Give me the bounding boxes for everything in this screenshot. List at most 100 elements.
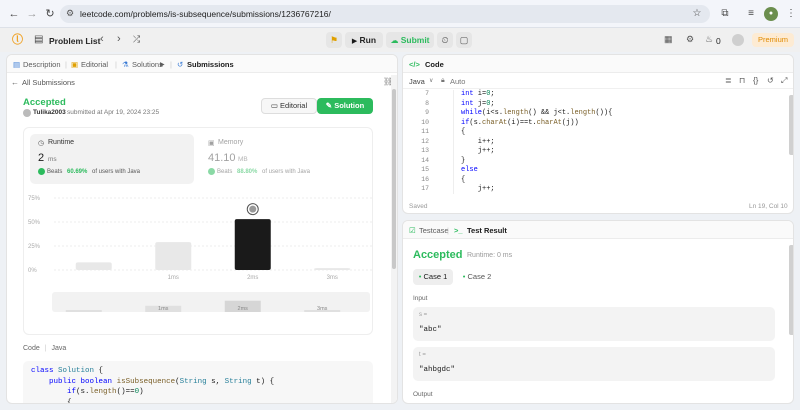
bar-1ms[interactable]	[155, 242, 192, 270]
result-scrollbar-thumb[interactable]	[789, 245, 793, 335]
extensions-icon[interactable]: ⧉	[718, 7, 732, 21]
problem-list-icon[interactable]: ▤	[34, 34, 43, 46]
submitted-code-block[interactable]: class Solution { public boolean isSubseq…	[23, 361, 373, 404]
url-text: leetcode.com/problems/is-subsequence/sub…	[80, 9, 331, 19]
leetcode-logo-icon[interactable]: ⓛ	[12, 34, 24, 46]
settings-gear-icon[interactable]: ⚙	[686, 34, 694, 45]
tab-description[interactable]: Description	[23, 60, 61, 69]
runtime-value: 2	[38, 152, 45, 164]
braces-icon[interactable]: {}	[753, 76, 758, 85]
submit-button[interactable]: ☁ Submit	[386, 32, 434, 48]
input-s-box[interactable]: s = "abc"	[413, 307, 775, 341]
code-line[interactable]: else	[461, 166, 478, 174]
app-header: ⓛ ▤ Problem List ‹ › ⤮ ⚑ ▶ Run ☁ Submit …	[0, 28, 800, 52]
tab-editorial[interactable]: Editorial	[81, 60, 108, 69]
back-icon[interactable]: ←	[6, 6, 22, 22]
reset-icon[interactable]: ↺	[767, 76, 774, 85]
submitter-username[interactable]: Tulika2003	[33, 109, 66, 116]
beats-icon	[38, 168, 45, 175]
problem-list-link[interactable]: Problem List	[49, 36, 100, 46]
code-line[interactable]: j++;	[461, 185, 495, 193]
auto-mode[interactable]: Auto	[450, 77, 465, 86]
memory-box[interactable]: ▣ Memory 41.10 MB Beats 88.80% of users …	[200, 134, 364, 184]
browser-menu-icon[interactable]: ⋮	[784, 7, 798, 21]
reload-icon[interactable]: ↻	[42, 6, 58, 22]
pass-dot-icon: •	[462, 272, 466, 281]
bookmark-star-icon[interactable]: ☆	[690, 7, 704, 21]
left-scrollbar-track[interactable]	[391, 75, 397, 403]
shuffle-icon[interactable]: ⤮	[133, 34, 140, 45]
code-line[interactable]: while(i<s.length() && j<t.length()){	[461, 109, 612, 117]
memory-label: Memory	[218, 139, 244, 146]
tab-divider: |	[65, 60, 67, 69]
share-link-icon[interactable]: ⛓	[383, 77, 391, 86]
y-tick-label: 0%	[28, 268, 37, 274]
case-2-tab[interactable]: • Case 2	[457, 269, 497, 285]
tab-test-result[interactable]: Test Result	[467, 226, 507, 235]
all-submissions-link[interactable]: All Submissions	[22, 78, 75, 87]
code-line[interactable]: if(s.charAt(i)==t.charAt(j))	[461, 119, 579, 127]
input-t-box[interactable]: t = "ahbgdc"	[413, 347, 775, 381]
code-line[interactable]: j++;	[461, 147, 495, 155]
fullscreen-icon[interactable]: ⤢	[781, 76, 787, 86]
case-1-tab[interactable]: • Case 1	[413, 269, 453, 285]
bar-2ms[interactable]	[234, 219, 271, 270]
left-scrollbar-thumb[interactable]	[392, 89, 396, 269]
solution-button[interactable]: ✎ Solution	[317, 98, 373, 114]
notes-icon[interactable]: ▢	[456, 32, 472, 48]
bookmark-icon[interactable]: ⊓	[739, 76, 745, 85]
tab-submissions[interactable]: Submissions	[187, 60, 234, 69]
memory-beats-pct: 88.80%	[237, 169, 258, 175]
runtime-box[interactable]: ◷ Runtime 2 ms Beats 60.69% of users wit…	[30, 134, 194, 184]
line-number: 10	[421, 118, 429, 126]
code-section-header: Code | Java	[23, 345, 66, 352]
next-problem-icon[interactable]: ›	[117, 33, 121, 45]
output-label: Output	[413, 391, 433, 398]
layout-icon[interactable]: ▦	[664, 34, 673, 45]
editorial-icon: ▣	[71, 60, 79, 69]
streak-flame-icon[interactable]: ♨	[705, 34, 713, 45]
prev-problem-icon[interactable]: ‹	[100, 33, 104, 45]
bar-0ms[interactable]	[75, 262, 112, 270]
chevron-down-icon: ∨	[429, 78, 434, 84]
runtime-distribution-chart[interactable]: 75% 50% 25% 0% 1ms 2ms 3ms	[24, 188, 374, 288]
y-tick-label: 25%	[28, 244, 41, 250]
memory-beats-label: Beats	[217, 169, 233, 175]
media-icon[interactable]: ≡	[744, 7, 758, 21]
divider: |	[44, 345, 47, 352]
code-line[interactable]: int i=0;	[461, 90, 495, 98]
editorial-button[interactable]: ▭ Editorial	[261, 98, 317, 114]
code-line[interactable]: i++;	[461, 138, 495, 146]
tab-solutions[interactable]: Solutions	[132, 60, 163, 69]
bar-3ms[interactable]	[314, 268, 351, 270]
tab-testcase[interactable]: Testcase	[419, 226, 449, 235]
editor-scrollbar-thumb[interactable]	[789, 95, 793, 155]
memory-unit: MB	[238, 156, 248, 163]
code-line[interactable]: int j=0;	[461, 100, 495, 108]
code-line[interactable]: }	[461, 157, 465, 165]
run-button[interactable]: ▶ Run	[345, 32, 383, 48]
tab-code[interactable]: Code	[425, 60, 444, 69]
browser-toolbar: ← → ↻ ⚙ leetcode.com/problems/is-subsequ…	[0, 0, 800, 28]
address-bar[interactable]: ⚙ leetcode.com/problems/is-subsequence/s…	[60, 5, 710, 23]
format-icon[interactable]: ≣	[725, 76, 732, 85]
code-line: {	[31, 398, 72, 404]
debug-icon[interactable]: ⚑	[326, 32, 342, 48]
site-info-icon[interactable]: ⚙	[66, 8, 74, 19]
profile-avatar-icon[interactable]: ●	[764, 7, 778, 21]
code-line[interactable]: {	[461, 128, 465, 136]
y-tick-label: 75%	[28, 196, 41, 202]
language-selector[interactable]: Java	[409, 77, 425, 86]
code-editor[interactable]: 7 int i=0; 8 int j=0; 9 while(i<s.length() &&…	[403, 90, 787, 196]
code-brackets-icon: </>	[409, 60, 420, 69]
premium-button[interactable]: Premium	[752, 33, 794, 47]
edit-icon: ✎	[325, 101, 333, 110]
clock-icon: ◷	[38, 140, 45, 147]
left-panel: ▤ Description | ▣ Editorial | ⚗ Solution…	[6, 54, 398, 404]
cursor-position: Ln 19, Col 10	[749, 203, 788, 210]
user-avatar[interactable]	[732, 34, 744, 46]
back-arrow-icon[interactable]: ←	[11, 78, 19, 87]
forward-icon[interactable]: →	[24, 6, 40, 22]
code-line[interactable]: {	[461, 176, 465, 184]
timer-icon[interactable]: ⏲	[437, 32, 453, 48]
